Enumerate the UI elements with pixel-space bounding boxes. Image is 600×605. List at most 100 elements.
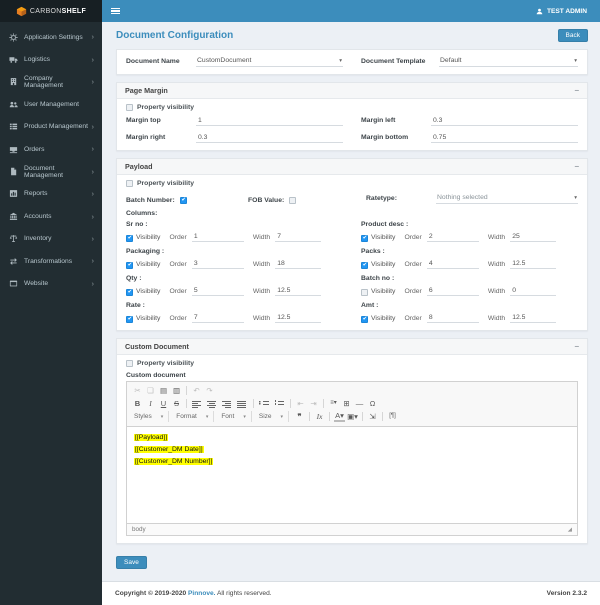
blocks-dropdown-icon[interactable]: ≡▾ [328,398,339,409]
sidebar-item-inventory[interactable]: Inventory › [0,228,102,250]
order-input[interactable] [191,313,244,323]
bg-color-icon[interactable]: ▣▾ [347,411,358,422]
pinnove-link[interactable]: Pinnove. [188,590,215,597]
bulleted-list-icon[interactable] [259,399,270,409]
visibility-checkbox[interactable] [126,316,133,323]
sidebar-item-orders[interactable]: Orders › [0,138,102,160]
ratetype-select[interactable]: Nothing selected ▾ [436,192,578,204]
visibility-checkbox[interactable] [361,235,368,242]
order-input[interactable] [191,232,244,242]
visibility-checkbox[interactable] [361,262,368,269]
show-blocks-icon[interactable]: [¶] [387,411,398,422]
strikethrough-icon[interactable]: S [171,398,182,409]
collapse-icon[interactable]: − [574,342,579,351]
special-character-icon[interactable]: Ω [367,398,378,409]
order-input[interactable] [426,232,479,242]
visibility-checkbox[interactable] [126,289,133,296]
width-input[interactable] [275,232,322,242]
user-menu[interactable]: TEST ADMIN [532,0,591,22]
paste-from-word-icon[interactable]: ▥ [171,385,182,396]
width-input[interactable] [510,232,557,242]
sidebar-item-document-management[interactable]: Document Management › [0,160,102,182]
width-input[interactable] [275,313,322,323]
visibility-checkbox[interactable] [361,289,368,296]
editor-content-area[interactable]: [[Payload]] [[Customer_DM Date]] [[Custo… [127,427,577,523]
width-input[interactable] [510,313,557,323]
toolbar-combo[interactable]: Styles ▾ [131,411,170,422]
toolbar-combo[interactable]: Font ▾ [218,411,252,422]
table-icon[interactable]: ⊞ [341,398,352,409]
separator [290,399,291,408]
sidebar-item-logistics[interactable]: Logistics › [0,48,102,70]
align-center-icon[interactable] [207,399,218,409]
document-template-select[interactable]: Default ▾ [439,55,578,67]
text-color-icon[interactable]: A▾ [334,411,346,422]
resize-handle-icon[interactable]: ◢ [568,527,572,533]
sidebar-item-user-management[interactable]: User Management › [0,93,102,115]
bold-icon[interactable]: B [132,398,143,409]
sidebar-item-transformations[interactable]: Transformations › [0,250,102,272]
sidebar-item-application-settings[interactable]: Application Settings › [0,26,102,48]
order-input[interactable] [191,259,244,269]
toolbar-combo[interactable]: Size ▾ [256,411,290,422]
browser-icon [8,279,19,288]
redo-icon[interactable]: ↷ [204,385,215,396]
sidebar-item-reports[interactable]: Reports › [0,183,102,205]
order-input[interactable] [426,313,479,323]
batch-number-checkbox[interactable] [179,197,187,204]
copy-icon[interactable]: ❏ [145,385,156,396]
visibility-checkbox[interactable] [126,235,133,242]
margin-input[interactable] [431,133,578,143]
margin-input[interactable] [196,116,343,126]
order-input[interactable] [426,259,479,269]
collapse-icon[interactable]: − [574,162,579,171]
numbered-list-icon[interactable] [274,399,285,409]
underline-icon[interactable]: U [158,398,169,409]
fob-value-checkbox[interactable] [289,197,297,204]
horizontal-rule-icon[interactable]: ― [354,398,365,409]
remove-format-icon[interactable]: Ix [314,411,325,422]
toolbar-combo[interactable]: Format ▾ [173,411,215,422]
collapse-icon[interactable]: − [574,86,579,95]
visibility-checkbox[interactable] [361,316,368,323]
outdent-icon[interactable]: ⇤ [295,398,306,409]
width-input[interactable] [275,259,322,269]
chevron-right-icon: › [91,211,95,221]
custom-document-panel-header[interactable]: Custom Document − [117,339,587,355]
align-justify-icon[interactable] [237,399,248,409]
margin-input[interactable] [196,133,343,143]
italic-icon[interactable]: I [145,398,156,409]
blockquote-icon[interactable]: ❞ [294,411,305,422]
width-input[interactable] [275,286,322,296]
back-button[interactable]: Back [557,29,588,42]
page-margin-panel: Page Margin − Property visibility Margin… [116,82,588,151]
visibility-checkbox[interactable] [126,262,133,269]
chevron-right-icon: › [91,189,95,199]
sidebar-item-product-management[interactable]: Product Management › [0,116,102,138]
paste-icon[interactable]: ▤ [158,385,169,396]
sidebar-item-company-management[interactable]: Company Management › [0,71,102,93]
property-visibility-checkbox[interactable] [126,104,133,111]
undo-icon[interactable]: ↶ [191,385,202,396]
margin-input[interactable] [431,116,578,126]
align-left-icon[interactable] [192,399,203,409]
payload-panel-header[interactable]: Payload − [117,159,587,175]
property-visibility-checkbox[interactable] [126,360,133,367]
order-input[interactable] [426,286,479,296]
sidebar-item-website[interactable]: Website › [0,272,102,294]
version-text: Version 2.3.2 [546,590,587,597]
order-input[interactable] [191,286,244,296]
cut-icon[interactable]: ✂ [132,385,143,396]
page-margin-panel-header[interactable]: Page Margin − [117,83,587,99]
maximize-icon[interactable]: ⇲ [367,411,378,422]
save-button[interactable]: Save [116,556,147,569]
indent-icon[interactable]: ⇥ [308,398,319,409]
width-input[interactable] [510,286,557,296]
align-right-icon[interactable] [222,399,233,409]
width-input[interactable] [510,259,557,269]
sidebar-item-accounts[interactable]: Accounts › [0,205,102,227]
sidebar-toggle-button[interactable] [111,7,120,15]
app-logo[interactable]: CARBONSHELF [0,0,102,22]
property-visibility-checkbox[interactable] [126,180,133,187]
document-name-select[interactable]: CustomDocument ▾ [196,55,343,67]
